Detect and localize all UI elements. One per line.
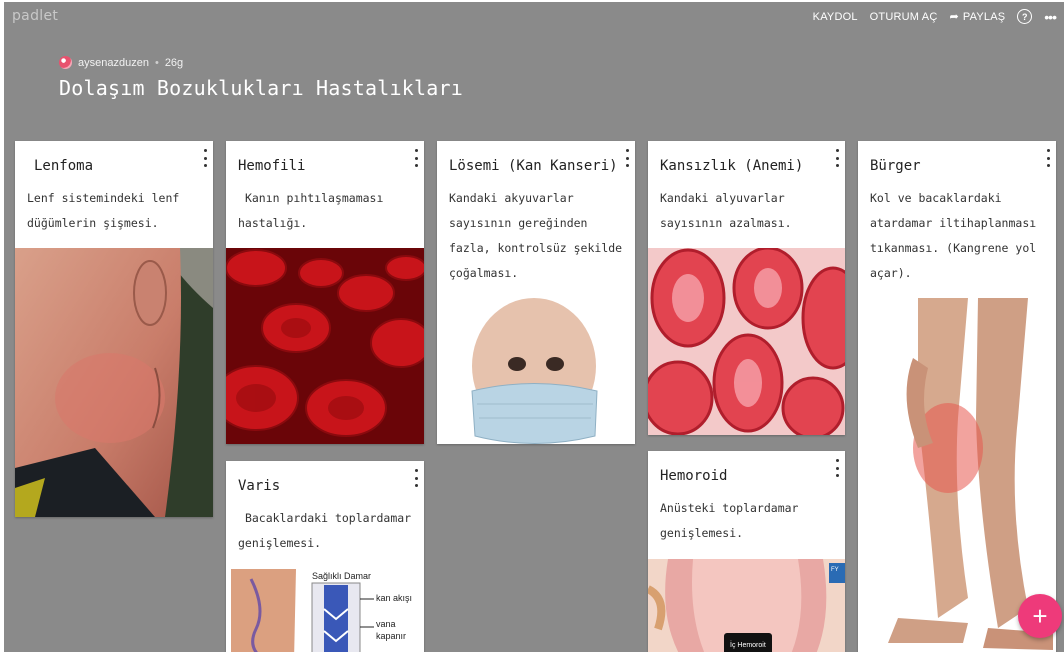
card-body: Kol ve bacaklardaki atardamar iltihaplan… xyxy=(870,191,1037,280)
card-losemi[interactable]: Lösemi (Kan Kanseri) Kandaki akyuvarlar … xyxy=(437,141,635,444)
padlet-logo[interactable]: padlet xyxy=(12,8,58,24)
card-menu-icon[interactable] xyxy=(1044,149,1052,167)
card-title: Bürger xyxy=(870,158,921,174)
card-body: Kandaki akyuvarlar sayısının gereğinden … xyxy=(449,191,623,280)
avatar[interactable] xyxy=(59,56,72,69)
healthy-vein-label: Sağlıklı Damar xyxy=(312,571,371,581)
card-menu-icon[interactable] xyxy=(833,459,841,477)
post-age: 26g xyxy=(164,56,184,69)
separator: • xyxy=(154,56,159,69)
more-icon[interactable]: ••• xyxy=(1044,10,1057,24)
card-hemofili[interactable]: Hemofili Kanın pıhtılaşmaması hastalığı. xyxy=(226,141,424,444)
card-menu-icon[interactable] xyxy=(412,469,420,487)
card-title: Lösemi (Kan Kanseri) xyxy=(449,158,618,174)
internal-hemorrhoid-label: İç Hemoroit xyxy=(730,640,766,649)
neck-photo[interactable] xyxy=(15,248,213,517)
card-body: Anüsteki toplardamar genişlemesi. xyxy=(660,501,799,540)
login-link[interactable]: OTURUM AÇ xyxy=(870,11,938,23)
anemia-cells-photo[interactable] xyxy=(648,248,845,435)
valve-label-2: kapanır xyxy=(376,631,406,641)
share-button[interactable]: ➦ PAYLAŞ xyxy=(949,10,1006,24)
corner-tag: FY xyxy=(831,567,839,573)
card-lenfoma[interactable]: Lenfoma Lenf sistemindeki lenf düğümleri… xyxy=(15,141,213,517)
blood-flow-label: kan akışı xyxy=(376,593,412,603)
card-title: Hemofili xyxy=(238,158,306,174)
card-title: Kansızlık (Anemi) xyxy=(660,158,804,174)
signup-link[interactable]: KAYDOL xyxy=(813,11,858,23)
card-body: Kanın pıhtılaşmaması hastalığı. xyxy=(238,191,384,230)
card-body: Kandaki alyuvarlar sayısının azalması. xyxy=(660,191,792,230)
varicose-diagram[interactable]: Sağlıklı Damar kan akışı vana kapanır xyxy=(226,569,424,652)
card-title: Lenfoma xyxy=(34,158,94,174)
card-menu-icon[interactable] xyxy=(201,149,209,167)
topbar: KAYDOL OTURUM AÇ ➦ PAYLAŞ ? ••• xyxy=(813,9,1057,24)
card-title: Varis xyxy=(238,478,281,494)
help-icon[interactable]: ? xyxy=(1017,9,1033,24)
card-body: Bacaklardaki toplardamar genişlemesi. xyxy=(238,511,412,550)
card-burger[interactable]: Bürger Kol ve bacaklardaki atardamar ilt… xyxy=(858,141,1056,652)
card-hemoroid[interactable]: Hemoroid Anüsteki toplardamar genişlemes… xyxy=(648,451,845,652)
author-line: aysenazduzen • 26g xyxy=(59,56,183,69)
valve-label-1: vana xyxy=(376,619,396,629)
share-label: PAYLAŞ xyxy=(962,10,1006,23)
hemorrhoid-diagram[interactable]: FY İç Hemoroit xyxy=(648,559,845,652)
card-body: Lenf sistemindeki lenf düğümlerin şişmes… xyxy=(27,191,180,230)
author-name[interactable]: aysenazduzen xyxy=(78,57,149,69)
card-varis[interactable]: Varis Bacaklardaki toplardamar genişleme… xyxy=(226,461,424,652)
child-mask-photo[interactable] xyxy=(437,296,635,444)
card-kansizlik[interactable]: Kansızlık (Anemi) Kandaki alyuvarlar say… xyxy=(648,141,845,435)
add-post-button[interactable]: + xyxy=(1018,594,1062,638)
card-menu-icon[interactable] xyxy=(833,149,841,167)
board: padlet KAYDOL OTURUM AÇ ➦ PAYLAŞ ? ••• a… xyxy=(4,2,1064,652)
card-menu-icon[interactable] xyxy=(623,149,631,167)
share-arrow-icon: ➦ xyxy=(949,11,959,23)
card-menu-icon[interactable] xyxy=(412,149,420,167)
card-title: Hemoroid xyxy=(660,468,728,484)
red-blood-cells-photo[interactable] xyxy=(226,248,424,444)
board-title: Dolaşım Bozuklukları Hastalıkları xyxy=(59,76,463,100)
